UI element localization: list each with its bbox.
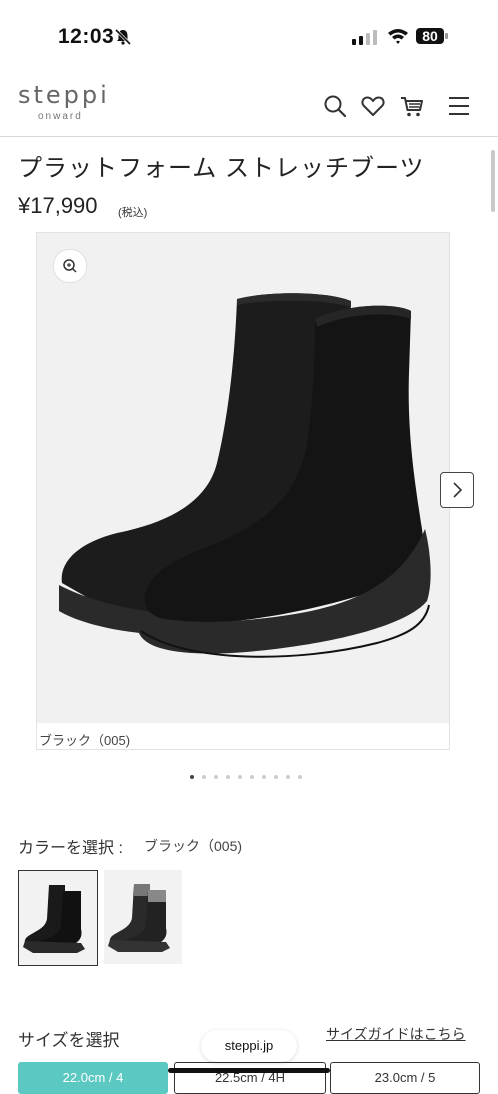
boots-image (59, 293, 431, 658)
site-header: steppi onward (0, 78, 498, 137)
brand-logo-subtitle: onward (38, 111, 83, 122)
product-price: ¥17,990 (18, 193, 98, 218)
wifi-icon (388, 29, 408, 44)
page-scrollbar[interactable] (491, 150, 495, 212)
carousel-dots (190, 773, 310, 781)
carousel-dot[interactable] (202, 775, 206, 779)
tax-note: (税込) (118, 207, 148, 219)
bell-muted-icon (114, 28, 132, 46)
zoom-icon[interactable] (53, 249, 87, 283)
color-swatch-black[interactable] (18, 870, 98, 966)
color-select-label: カラーを選択 : (18, 840, 123, 857)
size-option[interactable]: 23.0cm / 5 (330, 1062, 480, 1094)
carousel-dot[interactable] (274, 775, 278, 779)
product-image[interactable]: ブラック（005) (36, 232, 450, 750)
search-icon[interactable] (322, 93, 348, 119)
brand-logo[interactable]: steppi (18, 81, 110, 109)
swatch-boots-gray-image (108, 884, 170, 952)
carousel-dot[interactable] (262, 775, 266, 779)
swatch-boots-image (23, 885, 85, 953)
carousel-dot[interactable] (226, 775, 230, 779)
product-title: プラットフォーム ストレッチブーツ (18, 155, 425, 182)
battery-level: 80 (416, 28, 444, 44)
carousel-dot[interactable] (298, 775, 302, 779)
status-time: 12:03 (58, 25, 115, 48)
chevron-right-icon[interactable] (440, 472, 474, 508)
carousel-dot[interactable] (190, 775, 194, 779)
cart-icon[interactable] (399, 93, 425, 119)
carousel-dot[interactable] (250, 775, 254, 779)
browser-url-bar[interactable]: steppi.jp (201, 1030, 297, 1062)
carousel-dot[interactable] (286, 775, 290, 779)
home-indicator[interactable] (168, 1068, 330, 1073)
color-swatch-black-gray[interactable] (104, 870, 182, 964)
menu-icon[interactable] (446, 93, 472, 119)
status-bar: 12:03 80 (0, 0, 498, 70)
image-caption: ブラック（005) (39, 733, 131, 748)
size-option[interactable]: 22.5cm / 4H (174, 1062, 326, 1094)
carousel-dot[interactable] (238, 775, 242, 779)
color-selected-value: ブラック（005) (144, 838, 243, 854)
carousel-dot[interactable] (214, 775, 218, 779)
size-select-label: サイズを選択 (18, 1031, 120, 1050)
cellular-signal-icon (352, 30, 377, 45)
heart-icon[interactable] (360, 93, 386, 119)
size-guide-link[interactable]: サイズガイドはこちら (326, 1024, 466, 1044)
size-option[interactable]: 22.0cm / 4 (18, 1062, 168, 1094)
